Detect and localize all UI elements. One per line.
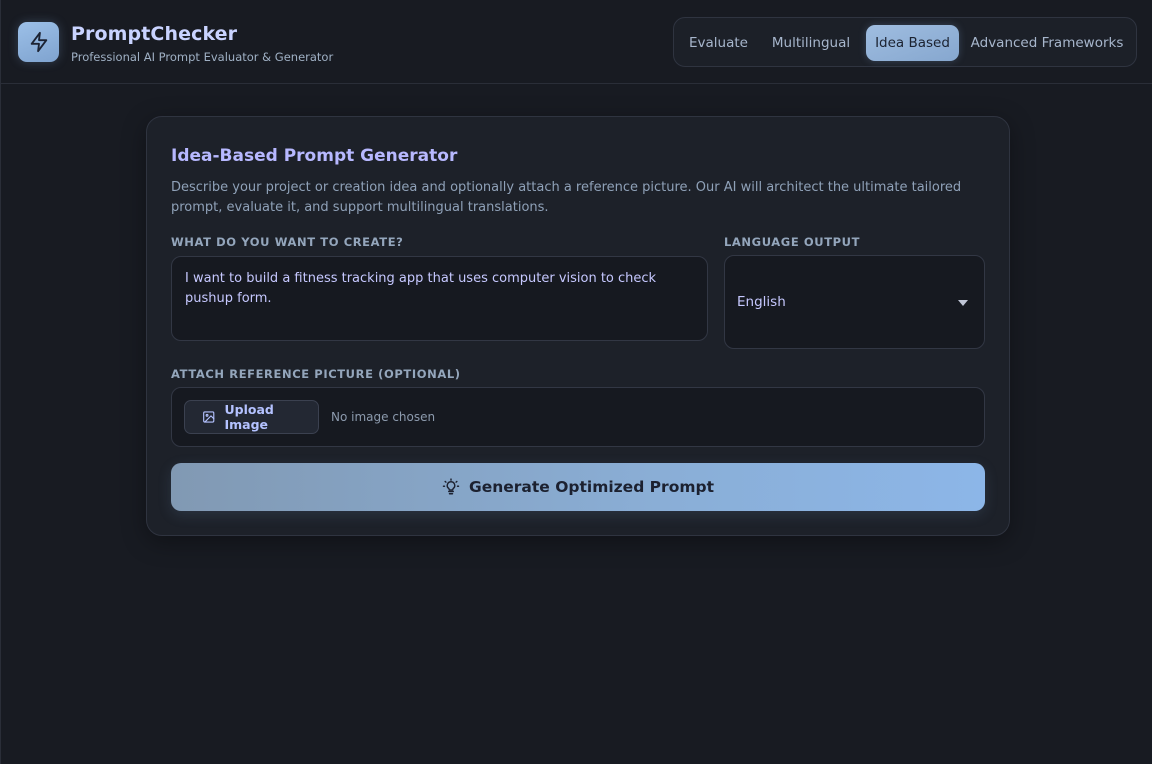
language-label: LANGUAGE OUTPUT <box>724 235 861 249</box>
upload-image-label: Upload Image <box>224 402 274 432</box>
attach-picture-field: Upload Image No image chosen <box>171 387 985 447</box>
generate-prompt-button[interactable]: Generate Optimized Prompt <box>171 463 985 511</box>
idea-label: WHAT DO YOU WANT TO CREATE? <box>171 235 404 249</box>
app-title: PromptChecker <box>71 23 238 45</box>
upload-status: No image chosen <box>331 410 436 424</box>
image-icon <box>203 411 215 423</box>
tab-evaluate[interactable]: Evaluate <box>682 25 755 61</box>
generate-prompt-label: Generate Optimized Prompt <box>469 478 714 496</box>
chevron-down-icon <box>958 300 968 306</box>
app-header: PromptChecker Professional AI Prompt Eva… <box>1 0 1152 84</box>
app-logo <box>18 22 59 62</box>
lightning-icon <box>30 31 47 53</box>
tab-advanced-frameworks[interactable]: Advanced Frameworks <box>966 25 1128 61</box>
card-title: Idea-Based Prompt Generator <box>171 146 458 166</box>
language-select[interactable]: English <box>724 255 985 349</box>
tab-multilingual[interactable]: Multilingual <box>763 25 859 61</box>
language-selected-value: English <box>737 294 786 310</box>
idea-generator-card: Idea-Based Prompt Generator Describe you… <box>146 116 1010 536</box>
lightbulb-icon <box>442 478 460 495</box>
attach-label: ATTACH REFERENCE PICTURE (OPTIONAL) <box>171 367 461 381</box>
idea-textarea[interactable]: I want to build a fitness tracking app t… <box>171 256 708 341</box>
upload-image-button[interactable]: Upload Image <box>184 400 319 434</box>
main-nav: Evaluate Multilingual Idea Based Advance… <box>673 17 1137 67</box>
app-subtitle: Professional AI Prompt Evaluator & Gener… <box>71 50 334 64</box>
card-description: Describe your project or creation idea a… <box>171 180 962 215</box>
tab-idea-based[interactable]: Idea Based <box>866 25 959 61</box>
